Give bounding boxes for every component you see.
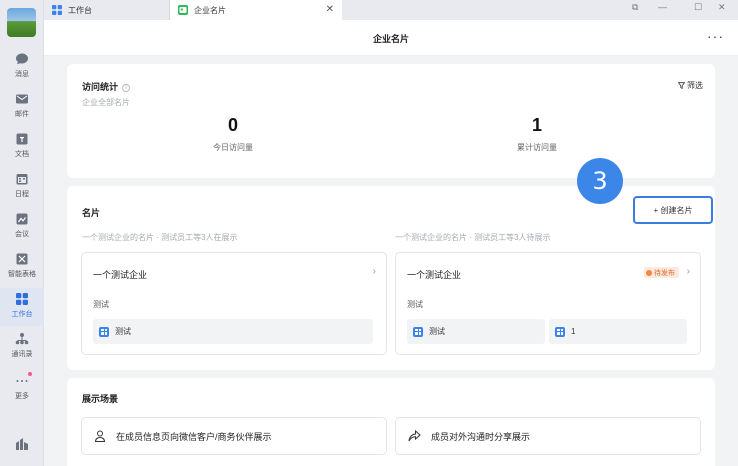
person-icon bbox=[94, 430, 106, 442]
today-visits-label: 今日访问量 bbox=[213, 143, 253, 152]
smart-table-icon bbox=[16, 253, 28, 265]
tab-workbench[interactable]: 工作台 bbox=[44, 0, 170, 20]
tab-label: 工作台 bbox=[68, 5, 92, 15]
business-card[interactable]: 一个测试企业 › 测试 测试 bbox=[81, 252, 387, 355]
tab-business-card[interactable]: 企业名片 ✕ bbox=[170, 0, 342, 20]
sidebar-item-label: 通讯录 bbox=[11, 351, 33, 358]
info-icon[interactable]: i bbox=[122, 83, 131, 92]
stats-title: 访问统计 i bbox=[82, 80, 131, 93]
scene-item-profile[interactable]: 在成员信息页向微信客户/商务伙伴展示 bbox=[81, 417, 387, 455]
close-icon[interactable]: ✕ bbox=[326, 4, 334, 15]
total-visits-value: 1 bbox=[531, 115, 542, 135]
mail-icon bbox=[16, 94, 28, 104]
total-visits-label: 累计访问量 bbox=[517, 143, 557, 152]
sidebar-item-label: 文档 bbox=[15, 151, 29, 158]
chevron-right-icon: › bbox=[686, 266, 690, 277]
card-info-item: 1 bbox=[549, 319, 687, 344]
tab-bar: 工作台 企业名片 ✕ ⧉ — ☐ ✕ bbox=[44, 0, 738, 20]
display-scenes-section: 展示场景 在成员信息页向微信客户/商务伙伴展示 成员对外沟通时分享展示 bbox=[67, 378, 715, 466]
meeting-icon bbox=[16, 213, 28, 225]
business-card[interactable]: 一个测试企业 待发布 › 测试 测试 1 bbox=[395, 252, 701, 355]
calendar-icon bbox=[16, 174, 28, 185]
message-icon bbox=[16, 53, 28, 65]
left-sidebar: 消息 邮件 文档 日程 会议 智能表格 工作台 通讯录 更多 bbox=[0, 0, 44, 466]
visit-stats-card: 访问统计 i 企业全部名片 筛选 0 今日访问量 1 累计访问量 bbox=[67, 64, 715, 178]
sidebar-item-messages[interactable]: 消息 bbox=[0, 48, 44, 86]
business-card-icon bbox=[178, 5, 188, 15]
sidebar-item-docs[interactable]: 文档 bbox=[0, 128, 44, 166]
stats-subtitle: 企业全部名片 bbox=[82, 98, 130, 107]
app-grid-icon bbox=[413, 326, 423, 337]
page-title: 企业名片 bbox=[372, 34, 409, 44]
create-card-button[interactable]: + 创建名片 bbox=[633, 196, 713, 224]
sidebar-item-label: 消息 bbox=[15, 71, 29, 78]
more-options-icon[interactable]: ··· bbox=[707, 28, 724, 44]
app-grid-icon bbox=[555, 326, 565, 337]
pending-icon bbox=[646, 269, 652, 276]
sidebar-item-label: 智能表格 bbox=[8, 271, 36, 278]
sidebar-item-more[interactable]: 更多 bbox=[0, 370, 44, 408]
company-name: 一个测试企业 bbox=[407, 270, 462, 280]
sidebar-item-label: 会议 bbox=[15, 231, 29, 238]
company-name: 一个测试企业 bbox=[93, 270, 148, 280]
page-header: 企业名片 ··· bbox=[44, 20, 738, 56]
library-icon[interactable] bbox=[14, 436, 30, 452]
filter-icon bbox=[677, 82, 686, 90]
section-title: 展示场景 bbox=[82, 394, 119, 404]
main-content: 访问统计 i 企业全部名片 筛选 0 今日访问量 1 累计访问量 名片 3 + 创… bbox=[44, 56, 738, 466]
share-icon bbox=[408, 430, 421, 442]
contacts-icon bbox=[15, 333, 29, 345]
more-dots-icon bbox=[16, 380, 28, 382]
card-description: 测试 bbox=[93, 300, 109, 309]
sidebar-item-calendar[interactable]: 日程 bbox=[0, 168, 44, 206]
today-visits: 0 今日访问量 bbox=[133, 115, 333, 153]
sidebar-item-label: 更多 bbox=[15, 393, 29, 400]
pin-window-icon[interactable]: ⧉ bbox=[632, 2, 638, 13]
document-icon bbox=[16, 133, 28, 145]
notification-dot bbox=[28, 372, 32, 376]
scene-item-share[interactable]: 成员对外沟通时分享展示 bbox=[395, 417, 701, 455]
close-window-icon[interactable]: ✕ bbox=[718, 2, 726, 13]
card-caption: 一个测试企业的名片 · 测试员工等3人在展示 bbox=[82, 233, 238, 242]
avatar[interactable] bbox=[7, 8, 36, 37]
filter-button[interactable]: 筛选 bbox=[677, 80, 703, 91]
sidebar-item-mail[interactable]: 邮件 bbox=[0, 88, 44, 126]
sidebar-item-label: 邮件 bbox=[15, 111, 29, 118]
minimize-icon[interactable]: — bbox=[658, 2, 667, 12]
sidebar-item-smart-table[interactable]: 智能表格 bbox=[0, 248, 44, 286]
sidebar-item-workbench[interactable]: 工作台 bbox=[0, 288, 44, 326]
chevron-right-icon: › bbox=[372, 266, 376, 277]
workbench-icon bbox=[16, 293, 28, 305]
card-info-item: 测试 bbox=[93, 319, 373, 344]
card-description: 测试 bbox=[407, 300, 423, 309]
total-visits: 1 累计访问量 bbox=[437, 115, 637, 153]
sidebar-item-label: 日程 bbox=[15, 191, 29, 198]
business-cards-section: 名片 3 + 创建名片 一个测试企业的名片 · 测试员工等3人在展示 一个测试企… bbox=[67, 158, 715, 370]
step-badge: 3 bbox=[577, 158, 623, 204]
today-visits-value: 0 bbox=[227, 115, 238, 135]
card-info-item: 测试 bbox=[407, 319, 545, 344]
workbench-icon bbox=[52, 5, 62, 15]
sidebar-item-label: 工作台 bbox=[11, 311, 33, 318]
status-badge: 待发布 bbox=[644, 267, 679, 278]
section-title: 名片 bbox=[82, 208, 101, 218]
tab-label: 企业名片 bbox=[194, 5, 226, 15]
app-grid-icon bbox=[99, 326, 109, 337]
sidebar-item-meeting[interactable]: 会议 bbox=[0, 208, 44, 246]
maximize-icon[interactable]: ☐ bbox=[694, 2, 702, 13]
sidebar-item-contacts[interactable]: 通讯录 bbox=[0, 328, 44, 366]
card-caption: 一个测试企业的名片 · 测试员工等3人待展示 bbox=[395, 233, 551, 242]
